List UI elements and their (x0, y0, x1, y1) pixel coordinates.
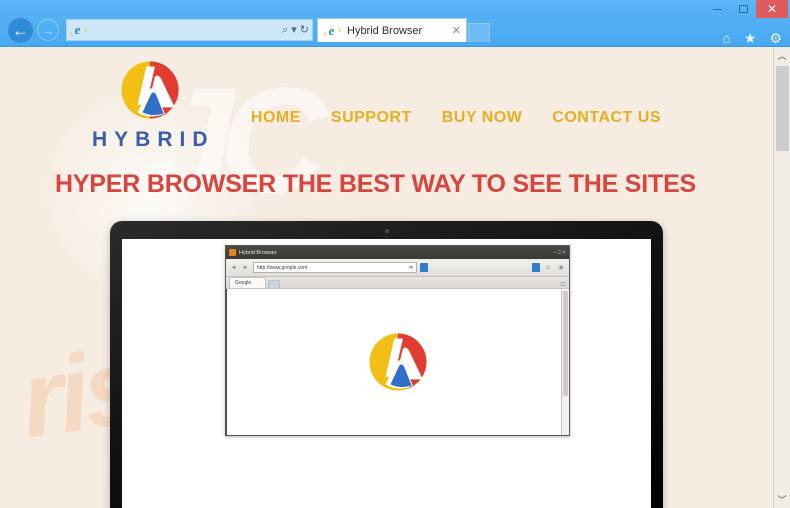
screenshot-content-area (226, 289, 569, 435)
scroll-down-arrow-icon[interactable]: ﹀ (774, 491, 790, 508)
new-tab-button[interactable] (468, 23, 490, 42)
address-bar[interactable]: ⌕ ▾ ↻ (66, 19, 313, 41)
nav-item-home[interactable]: HOME (251, 109, 301, 127)
nav-item-buy-now[interactable]: BUY NOW (442, 109, 523, 127)
page-scrollbar[interactable]: ︿ ﹀ (773, 47, 790, 508)
browser-navigation-row: ← → ⌕ ▾ ↻ Hybrid Browser ✕ (0, 14, 790, 46)
browser-tab[interactable]: Hybrid Browser ✕ (317, 18, 467, 42)
hybrid-logo-icon (121, 61, 179, 119)
home-icon[interactable]: ⌂ (722, 31, 730, 45)
tab-label: Hybrid Browser (347, 24, 423, 37)
screenshot-blue-button-right (532, 263, 540, 272)
product-screenshot-window: Hybrid Browser ⎯ ⎕ ✕ ◄ ► http://www.goog… (225, 245, 570, 436)
screenshot-url-text: http://www.google.com (257, 264, 308, 271)
screenshot-blue-button-left (420, 263, 429, 272)
browser-titlebar: ✕ ← → ⌕ ▾ ↻ Hybrid Browser ✕ (0, 0, 790, 46)
forward-button[interactable]: → (37, 19, 59, 41)
chevron-down-icon[interactable]: ▾ (291, 24, 297, 36)
internet-explorer-icon (70, 23, 85, 38)
brand-name: HYBRID (92, 128, 215, 151)
screenshot-address-bar: http://www.google.com ➔ (253, 262, 418, 273)
screenshot-new-tab-icon (268, 280, 281, 288)
hybrid-logo-icon-small (369, 333, 427, 391)
close-tab-icon[interactable]: ✕ (452, 24, 461, 37)
screenshot-tab-controls: ⎕⎕ (559, 282, 566, 288)
screenshot-titlebar: Hybrid Browser ⎯ ⎕ ✕ (226, 246, 569, 259)
settings-icon[interactable]: ⚙ (769, 31, 782, 45)
scroll-up-arrow-icon[interactable]: ︿ (774, 47, 790, 64)
favorites-icon[interactable]: ★ (744, 31, 757, 45)
brand-block[interactable]: HYBRID (85, 59, 215, 152)
screenshot-tools-icon: ✳ (558, 264, 564, 272)
tab-favicon-icon (324, 23, 339, 38)
screenshot-app-icon (229, 249, 236, 256)
screenshot-tab: Google (229, 277, 267, 288)
screenshot-scrollbar-thumb (563, 291, 568, 396)
browser-toolbar-icons: ⌂ ★ ⚙ (722, 31, 782, 45)
main-navigation: HOME SUPPORT BUY NOW CONTACT US (251, 59, 743, 127)
screenshot-window-controls: ⎯ ⎕ ✕ (553, 249, 566, 256)
nav-item-support[interactable]: SUPPORT (331, 109, 412, 127)
monitor-mockup: Hybrid Browser ⎯ ⎕ ✕ ◄ ► http://www.goog… (110, 221, 663, 508)
scrollbar-thumb[interactable] (776, 66, 789, 151)
screenshot-toolbar: ◄ ► http://www.google.com ➔ ⌂ ✳ (226, 259, 569, 277)
address-bar-icons: ⌕ ▾ ↻ (282, 24, 309, 36)
browser-window: ✕ ← → ⌕ ▾ ↻ Hybrid Browser ✕ (0, 0, 790, 508)
screenshot-home-icon: ⌂ (545, 264, 551, 271)
refresh-icon[interactable]: ↻ (300, 24, 309, 36)
site-header: HYBRID HOME SUPPORT BUY NOW CONTACT US (0, 47, 773, 152)
screenshot-window-title: Hybrid Browser (239, 249, 277, 256)
screenshot-scrollbar (561, 289, 569, 435)
nav-item-contact-us[interactable]: CONTACT US (552, 109, 661, 127)
back-button[interactable]: ← (7, 16, 34, 44)
address-input[interactable] (88, 24, 283, 36)
webcam-icon (384, 229, 389, 233)
screenshot-tab-strip: Google ⎕⎕ (226, 277, 569, 289)
tab-strip: Hybrid Browser ✕ (317, 18, 490, 42)
screenshot-back-icon: ◄ (230, 264, 237, 271)
monitor-screen: Hybrid Browser ⎯ ⎕ ✕ ◄ ► http://www.goog… (122, 239, 651, 508)
browser-viewport: JC risk.com HYBRID (0, 46, 790, 508)
web-page: JC risk.com HYBRID (0, 47, 773, 508)
search-icon[interactable]: ⌕ (282, 24, 288, 36)
page-headline: HYPER BROWSER THE BEST WAY TO SEE THE SI… (54, 170, 697, 198)
screenshot-go-icon: ➔ (408, 265, 414, 271)
screenshot-forward-icon: ► (242, 264, 249, 271)
